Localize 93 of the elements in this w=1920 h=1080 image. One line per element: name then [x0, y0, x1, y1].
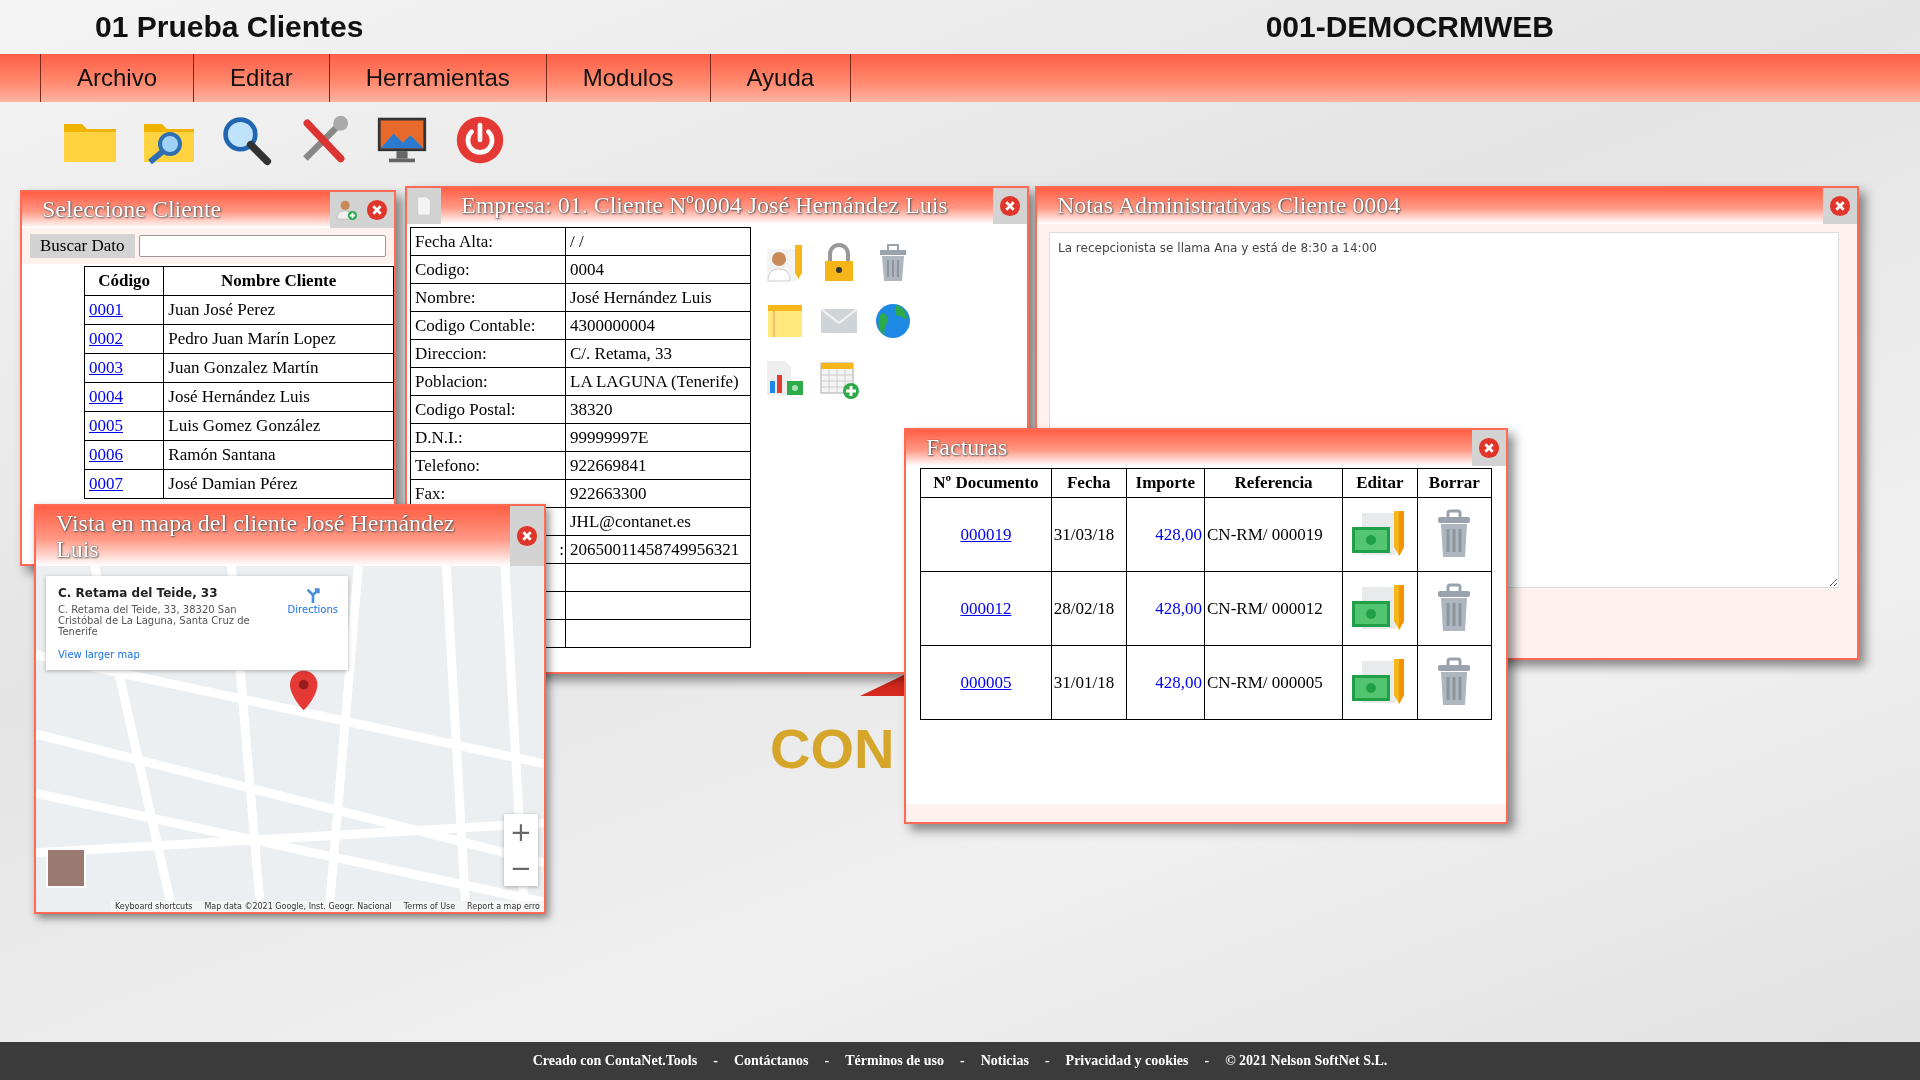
- invoice-reference: CN-RM/ 000019: [1204, 497, 1343, 572]
- separator-text: -: [713, 1053, 718, 1069]
- menu-item[interactable]: Archivo: [40, 54, 195, 102]
- invoice-date: 28/02/18: [1051, 571, 1127, 646]
- footer-link[interactable]: © 2021 Nelson SoftNet S.L.: [1225, 1053, 1388, 1069]
- column-header: Nombre Cliente: [163, 266, 394, 296]
- client-name: Juan Gonzalez Martín: [163, 353, 394, 383]
- logo-text: CON: [770, 716, 895, 781]
- footer-link[interactable]: Privacidad y cookies: [1065, 1053, 1189, 1069]
- column-header: Borrar: [1417, 468, 1492, 498]
- column-header: Editar: [1342, 468, 1418, 498]
- window-title: Facturas: [925, 433, 1009, 462]
- field-label: Fax:: [415, 483, 446, 504]
- client-name: Ramón Santana: [163, 440, 394, 470]
- field-label: :: [559, 539, 564, 560]
- menu-item[interactable]: Herramientas: [328, 54, 547, 102]
- menu-item[interactable]: Editar: [193, 54, 330, 102]
- field-value: C/. Retama, 33: [565, 339, 751, 368]
- invoice-reference: CN-RM/ 000005: [1204, 645, 1343, 720]
- client-name: Pedro Juan Marín Lopez: [163, 324, 394, 354]
- satellite-thumbnail[interactable]: [46, 848, 86, 888]
- app-title: 01 Prueba Clientes: [95, 10, 364, 44]
- attribution-link[interactable]: Report a map erro: [467, 902, 540, 911]
- add-user-icon[interactable]: [336, 199, 358, 221]
- window-title: Empresa: 01. Cliente Nº0004 José Hernández Luis: [460, 191, 949, 220]
- field-value: 38320: [565, 395, 751, 424]
- separator-text: -: [1044, 1053, 1050, 1069]
- field-value: JHL@contanet.es: [565, 507, 751, 536]
- field-value: 4300000004: [565, 311, 751, 340]
- field-value: 922663300: [565, 479, 751, 508]
- close-icon[interactable]: [1829, 195, 1851, 217]
- field-label: D.N.I.:: [415, 427, 463, 448]
- column-header: Código: [84, 266, 164, 296]
- separator-text: -: [1204, 1053, 1210, 1069]
- field-label: Codigo Postal:: [415, 399, 516, 420]
- separator-text: -: [960, 1053, 965, 1069]
- search-label: Buscar Dato: [30, 234, 135, 258]
- field-label: Codigo:: [415, 259, 470, 280]
- field-label: Codigo Contable:: [415, 315, 536, 336]
- close-icon[interactable]: [1478, 437, 1500, 459]
- field-value: 922669841: [565, 451, 751, 480]
- close-icon[interactable]: [516, 525, 538, 547]
- field-value: José Hernández Luis: [565, 283, 751, 312]
- field-value: LA LAGUNA (Tenerife): [565, 367, 751, 396]
- footer-link[interactable]: Creado con ContaNet.Tools: [532, 1053, 698, 1069]
- attribution-link[interactable]: Keyboard shortcuts: [114, 902, 193, 911]
- close-icon[interactable]: [366, 199, 388, 221]
- window-title: Notas Administrativas Cliente 0004: [1056, 191, 1402, 220]
- window-title: Seleccione Cliente: [41, 195, 223, 224]
- invoice-date: 31/01/18: [1051, 645, 1127, 720]
- field-label: Poblacion:: [415, 371, 488, 392]
- directions-link[interactable]: Directions: [287, 586, 338, 660]
- footer-link[interactable]: Noticias: [980, 1053, 1029, 1069]
- field-label: Telefono:: [415, 455, 480, 476]
- invoice-date: 31/03/18: [1051, 497, 1127, 572]
- view-larger-map-link[interactable]: View larger map: [58, 649, 280, 660]
- place-address: C. Retama del Teide, 33, 38320 San Cristóbal de La Laguna, Santa Cruz de Tenerife: [58, 604, 251, 637]
- field-value: / /: [565, 227, 751, 256]
- zoom-out-button[interactable]: −: [504, 850, 538, 886]
- window-title: Vista en mapa del cliente José Hernández Luis: [55, 509, 456, 564]
- attribution-link[interactable]: Terms of Use: [403, 902, 456, 911]
- search-field[interactable]: [138, 235, 386, 257]
- menu-item[interactable]: Modulos: [545, 54, 711, 102]
- footer-link[interactable]: Términos de uso: [845, 1053, 945, 1069]
- client-name: Juan José Perez: [163, 295, 394, 325]
- attribution-link[interactable]: Map data ©2021 Google, Inst. Geogr. Nacional: [204, 902, 392, 911]
- field-label: Direccion:: [415, 343, 487, 364]
- close-icon[interactable]: [999, 195, 1021, 217]
- column-header: Importe: [1126, 468, 1205, 498]
- invoice-amount: 428,00: [1126, 497, 1205, 572]
- field-value: 20650011458749956321: [565, 535, 751, 564]
- invoice-number-link[interactable]: 000012: [960, 598, 1012, 618]
- invoice-number-link[interactable]: 000005: [960, 672, 1012, 692]
- field-value: 99999997E: [565, 423, 751, 452]
- zoom-in-button[interactable]: +: [504, 814, 538, 850]
- separator-text: -: [824, 1053, 830, 1069]
- field-value: 0004: [565, 255, 751, 284]
- client-name: José Hernández Luis: [163, 382, 394, 412]
- field-label: Fecha Alta:: [415, 231, 493, 252]
- column-header: Referencia: [1204, 468, 1343, 498]
- menu-item[interactable]: Ayuda: [709, 54, 852, 102]
- invoice-reference: CN-RM/ 000012: [1204, 571, 1343, 646]
- footer-link[interactable]: Contáctanos: [733, 1053, 809, 1069]
- client-name: José Damian Pérez: [163, 469, 394, 499]
- invoice-number-link[interactable]: 000019: [960, 524, 1012, 544]
- client-name: Luis Gomez González: [163, 411, 394, 441]
- column-header: Fecha: [1051, 468, 1127, 498]
- column-header: Nº Documento: [920, 468, 1052, 498]
- invoice-amount: 428,00: [1126, 645, 1205, 720]
- place-title: C. Retama del Teide, 33: [58, 586, 219, 600]
- field-label: Nombre:: [415, 287, 476, 308]
- company-code: 001-DEMOCRMWEB: [1265, 10, 1554, 44]
- invoice-amount: 428,00: [1126, 571, 1205, 646]
